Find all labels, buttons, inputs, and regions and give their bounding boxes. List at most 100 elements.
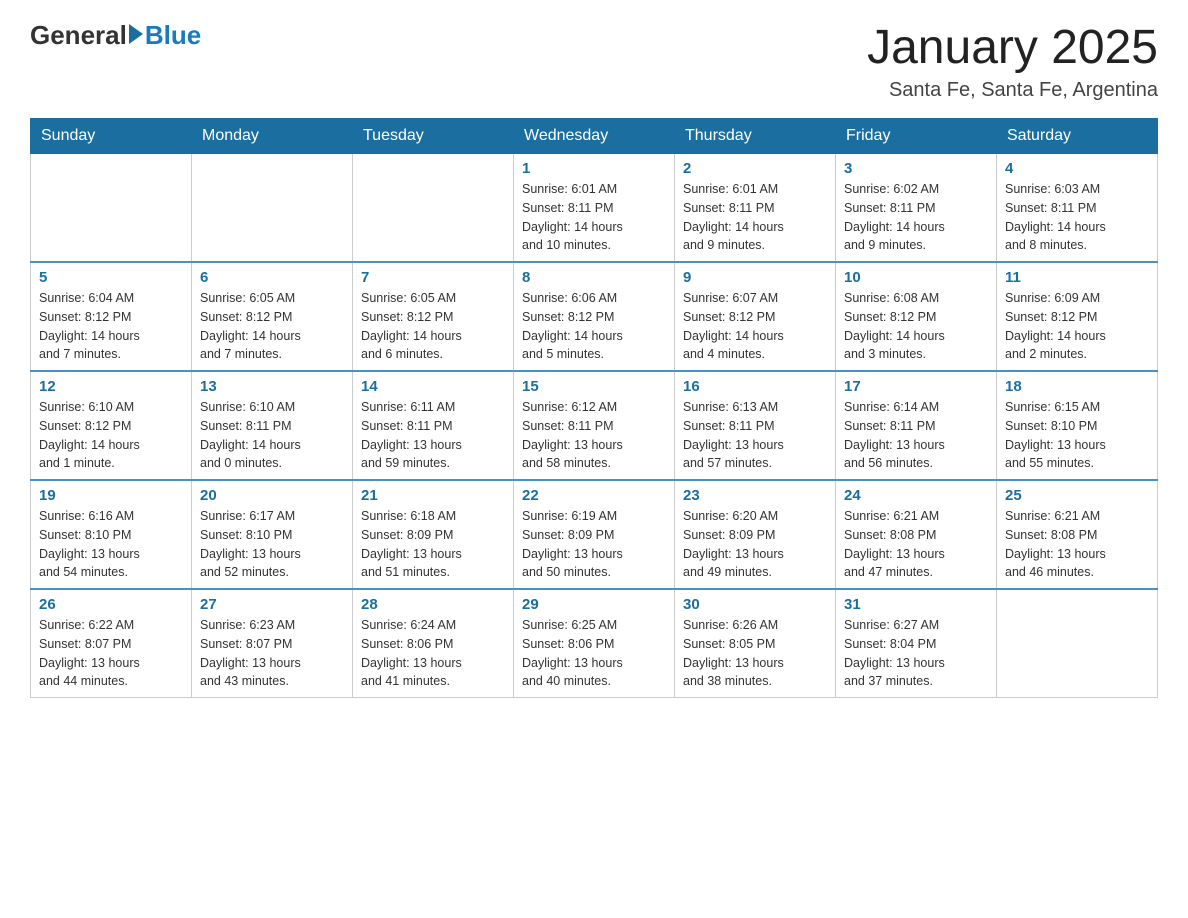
day-number: 8	[522, 269, 666, 286]
page-header: General Blue January 2025 Santa Fe, Sant…	[30, 20, 1158, 102]
day-number: 10	[844, 269, 988, 286]
day-info: Sunrise: 6:16 AMSunset: 8:10 PMDaylight:…	[39, 507, 183, 582]
day-number: 1	[522, 160, 666, 177]
calendar-cell: 15 Sunrise: 6:12 AMSunset: 8:11 PMDayligh…	[514, 371, 675, 480]
day-info: Sunrise: 6:06 AMSunset: 8:12 PMDaylight:…	[522, 289, 666, 364]
logo: General Blue	[30, 20, 201, 51]
day-info: Sunrise: 6:13 AMSunset: 8:11 PMDaylight:…	[683, 398, 827, 473]
day-info: Sunrise: 6:21 AMSunset: 8:08 PMDaylight:…	[1005, 507, 1149, 582]
day-number: 14	[361, 378, 505, 395]
calendar-cell: 14 Sunrise: 6:11 AMSunset: 8:11 PMDayligh…	[353, 371, 514, 480]
calendar-cell: 25Sunrise: 6:21 AMSunset: 8:08 PMDayligh…	[997, 480, 1158, 589]
day-info: Sunrise: 6:07 AMSunset: 8:12 PMDaylight:…	[683, 289, 827, 364]
day-number: 15	[522, 378, 666, 395]
logo-blue-part: Blue	[127, 20, 201, 51]
day-number: 7	[361, 269, 505, 286]
week-row-5: 26 Sunrise: 6:22 AMSunset: 8:07 PMDayligh…	[31, 589, 1158, 698]
day-info: Sunrise: 6:05 AMSunset: 8:12 PMDaylight:…	[200, 289, 344, 364]
calendar-cell: 19 Sunrise: 6:16 AMSunset: 8:10 PMDayligh…	[31, 480, 192, 589]
calendar-cell	[192, 154, 353, 263]
column-header-tuesday: Tuesday	[353, 119, 514, 154]
day-number: 30	[683, 596, 827, 613]
day-info: Sunrise: 6:09 AMSunset: 8:12 PMDaylight:…	[1005, 289, 1149, 364]
day-number: 12	[39, 378, 183, 395]
calendar-cell: 1 Sunrise: 6:01 AMSunset: 8:11 PMDaylight…	[514, 154, 675, 263]
day-number: 26	[39, 596, 183, 613]
day-info: Sunrise: 6:14 AMSunset: 8:11 PMDaylight:…	[844, 398, 988, 473]
header-row: SundayMondayTuesdayWednesdayThursdayFrid…	[31, 119, 1158, 154]
calendar-cell	[997, 589, 1158, 698]
calendar-cell: 20 Sunrise: 6:17 AMSunset: 8:10 PMDayligh…	[192, 480, 353, 589]
calendar-cell: 23Sunrise: 6:20 AMSunset: 8:09 PMDayligh…	[675, 480, 836, 589]
day-number: 27	[200, 596, 344, 613]
calendar-cell: 21Sunrise: 6:18 AMSunset: 8:09 PMDayligh…	[353, 480, 514, 589]
day-info: Sunrise: 6:26 AMSunset: 8:05 PMDaylight:…	[683, 616, 827, 691]
calendar-cell: 10 Sunrise: 6:08 AMSunset: 8:12 PMDayligh…	[836, 262, 997, 371]
calendar-cell: 22 Sunrise: 6:19 AMSunset: 8:09 PMDayligh…	[514, 480, 675, 589]
month-title: January 2025	[867, 20, 1158, 75]
day-number: 9	[683, 269, 827, 286]
logo-arrow-icon	[129, 24, 143, 44]
calendar-cell: 3Sunrise: 6:02 AMSunset: 8:11 PMDaylight…	[836, 154, 997, 263]
calendar-cell: 28 Sunrise: 6:24 AMSunset: 8:06 PMDayligh…	[353, 589, 514, 698]
calendar-cell: 8 Sunrise: 6:06 AMSunset: 8:12 PMDaylight…	[514, 262, 675, 371]
calendar-cell: 29 Sunrise: 6:25 AMSunset: 8:06 PMDayligh…	[514, 589, 675, 698]
day-info: Sunrise: 6:22 AMSunset: 8:07 PMDaylight:…	[39, 616, 183, 691]
day-number: 11	[1005, 269, 1149, 286]
calendar-cell	[31, 154, 192, 263]
day-number: 28	[361, 596, 505, 613]
day-info: Sunrise: 6:01 AMSunset: 8:11 PMDaylight:…	[683, 180, 827, 255]
day-info: Sunrise: 6:20 AMSunset: 8:09 PMDaylight:…	[683, 507, 827, 582]
column-header-thursday: Thursday	[675, 119, 836, 154]
day-info: Sunrise: 6:03 AMSunset: 8:11 PMDaylight:…	[1005, 180, 1149, 255]
day-number: 6	[200, 269, 344, 286]
week-row-3: 12 Sunrise: 6:10 AMSunset: 8:12 PMDayligh…	[31, 371, 1158, 480]
calendar-cell: 6 Sunrise: 6:05 AMSunset: 8:12 PMDaylight…	[192, 262, 353, 371]
calendar-table: SundayMondayTuesdayWednesdayThursdayFrid…	[30, 118, 1158, 698]
calendar-cell	[353, 154, 514, 263]
day-number: 20	[200, 487, 344, 504]
day-info: Sunrise: 6:27 AMSunset: 8:04 PMDaylight:…	[844, 616, 988, 691]
day-info: Sunrise: 6:25 AMSunset: 8:06 PMDaylight:…	[522, 616, 666, 691]
day-number: 19	[39, 487, 183, 504]
day-info: Sunrise: 6:11 AMSunset: 8:11 PMDaylight:…	[361, 398, 505, 473]
calendar-cell: 4 Sunrise: 6:03 AMSunset: 8:11 PMDaylight…	[997, 154, 1158, 263]
day-info: Sunrise: 6:24 AMSunset: 8:06 PMDaylight:…	[361, 616, 505, 691]
column-header-monday: Monday	[192, 119, 353, 154]
title-block: January 2025 Santa Fe, Santa Fe, Argenti…	[867, 20, 1158, 102]
calendar-cell: 17 Sunrise: 6:14 AMSunset: 8:11 PMDayligh…	[836, 371, 997, 480]
calendar-cell: 13 Sunrise: 6:10 AMSunset: 8:11 PMDayligh…	[192, 371, 353, 480]
day-info: Sunrise: 6:17 AMSunset: 8:10 PMDaylight:…	[200, 507, 344, 582]
day-info: Sunrise: 6:10 AMSunset: 8:11 PMDaylight:…	[200, 398, 344, 473]
day-number: 22	[522, 487, 666, 504]
calendar-cell: 27Sunrise: 6:23 AMSunset: 8:07 PMDayligh…	[192, 589, 353, 698]
day-number: 24	[844, 487, 988, 504]
calendar-cell: 12 Sunrise: 6:10 AMSunset: 8:12 PMDayligh…	[31, 371, 192, 480]
day-info: Sunrise: 6:12 AMSunset: 8:11 PMDaylight:…	[522, 398, 666, 473]
week-row-2: 5Sunrise: 6:04 AMSunset: 8:12 PMDaylight…	[31, 262, 1158, 371]
day-number: 18	[1005, 378, 1149, 395]
week-row-4: 19 Sunrise: 6:16 AMSunset: 8:10 PMDayligh…	[31, 480, 1158, 589]
week-row-1: 1 Sunrise: 6:01 AMSunset: 8:11 PMDaylight…	[31, 154, 1158, 263]
day-number: 2	[683, 160, 827, 177]
day-number: 31	[844, 596, 988, 613]
day-info: Sunrise: 6:01 AMSunset: 8:11 PMDaylight:…	[522, 180, 666, 255]
day-number: 17	[844, 378, 988, 395]
day-number: 13	[200, 378, 344, 395]
day-number: 3	[844, 160, 988, 177]
day-info: Sunrise: 6:15 AMSunset: 8:10 PMDaylight:…	[1005, 398, 1149, 473]
calendar-cell: 31 Sunrise: 6:27 AMSunset: 8:04 PMDayligh…	[836, 589, 997, 698]
day-info: Sunrise: 6:10 AMSunset: 8:12 PMDaylight:…	[39, 398, 183, 473]
day-number: 16	[683, 378, 827, 395]
day-info: Sunrise: 6:21 AMSunset: 8:08 PMDaylight:…	[844, 507, 988, 582]
day-number: 4	[1005, 160, 1149, 177]
day-info: Sunrise: 6:08 AMSunset: 8:12 PMDaylight:…	[844, 289, 988, 364]
calendar-cell: 9 Sunrise: 6:07 AMSunset: 8:12 PMDaylight…	[675, 262, 836, 371]
day-info: Sunrise: 6:19 AMSunset: 8:09 PMDaylight:…	[522, 507, 666, 582]
calendar-cell: 11 Sunrise: 6:09 AMSunset: 8:12 PMDayligh…	[997, 262, 1158, 371]
day-number: 29	[522, 596, 666, 613]
column-header-saturday: Saturday	[997, 119, 1158, 154]
calendar-cell: 2 Sunrise: 6:01 AMSunset: 8:11 PMDaylight…	[675, 154, 836, 263]
day-info: Sunrise: 6:05 AMSunset: 8:12 PMDaylight:…	[361, 289, 505, 364]
day-number: 5	[39, 269, 183, 286]
